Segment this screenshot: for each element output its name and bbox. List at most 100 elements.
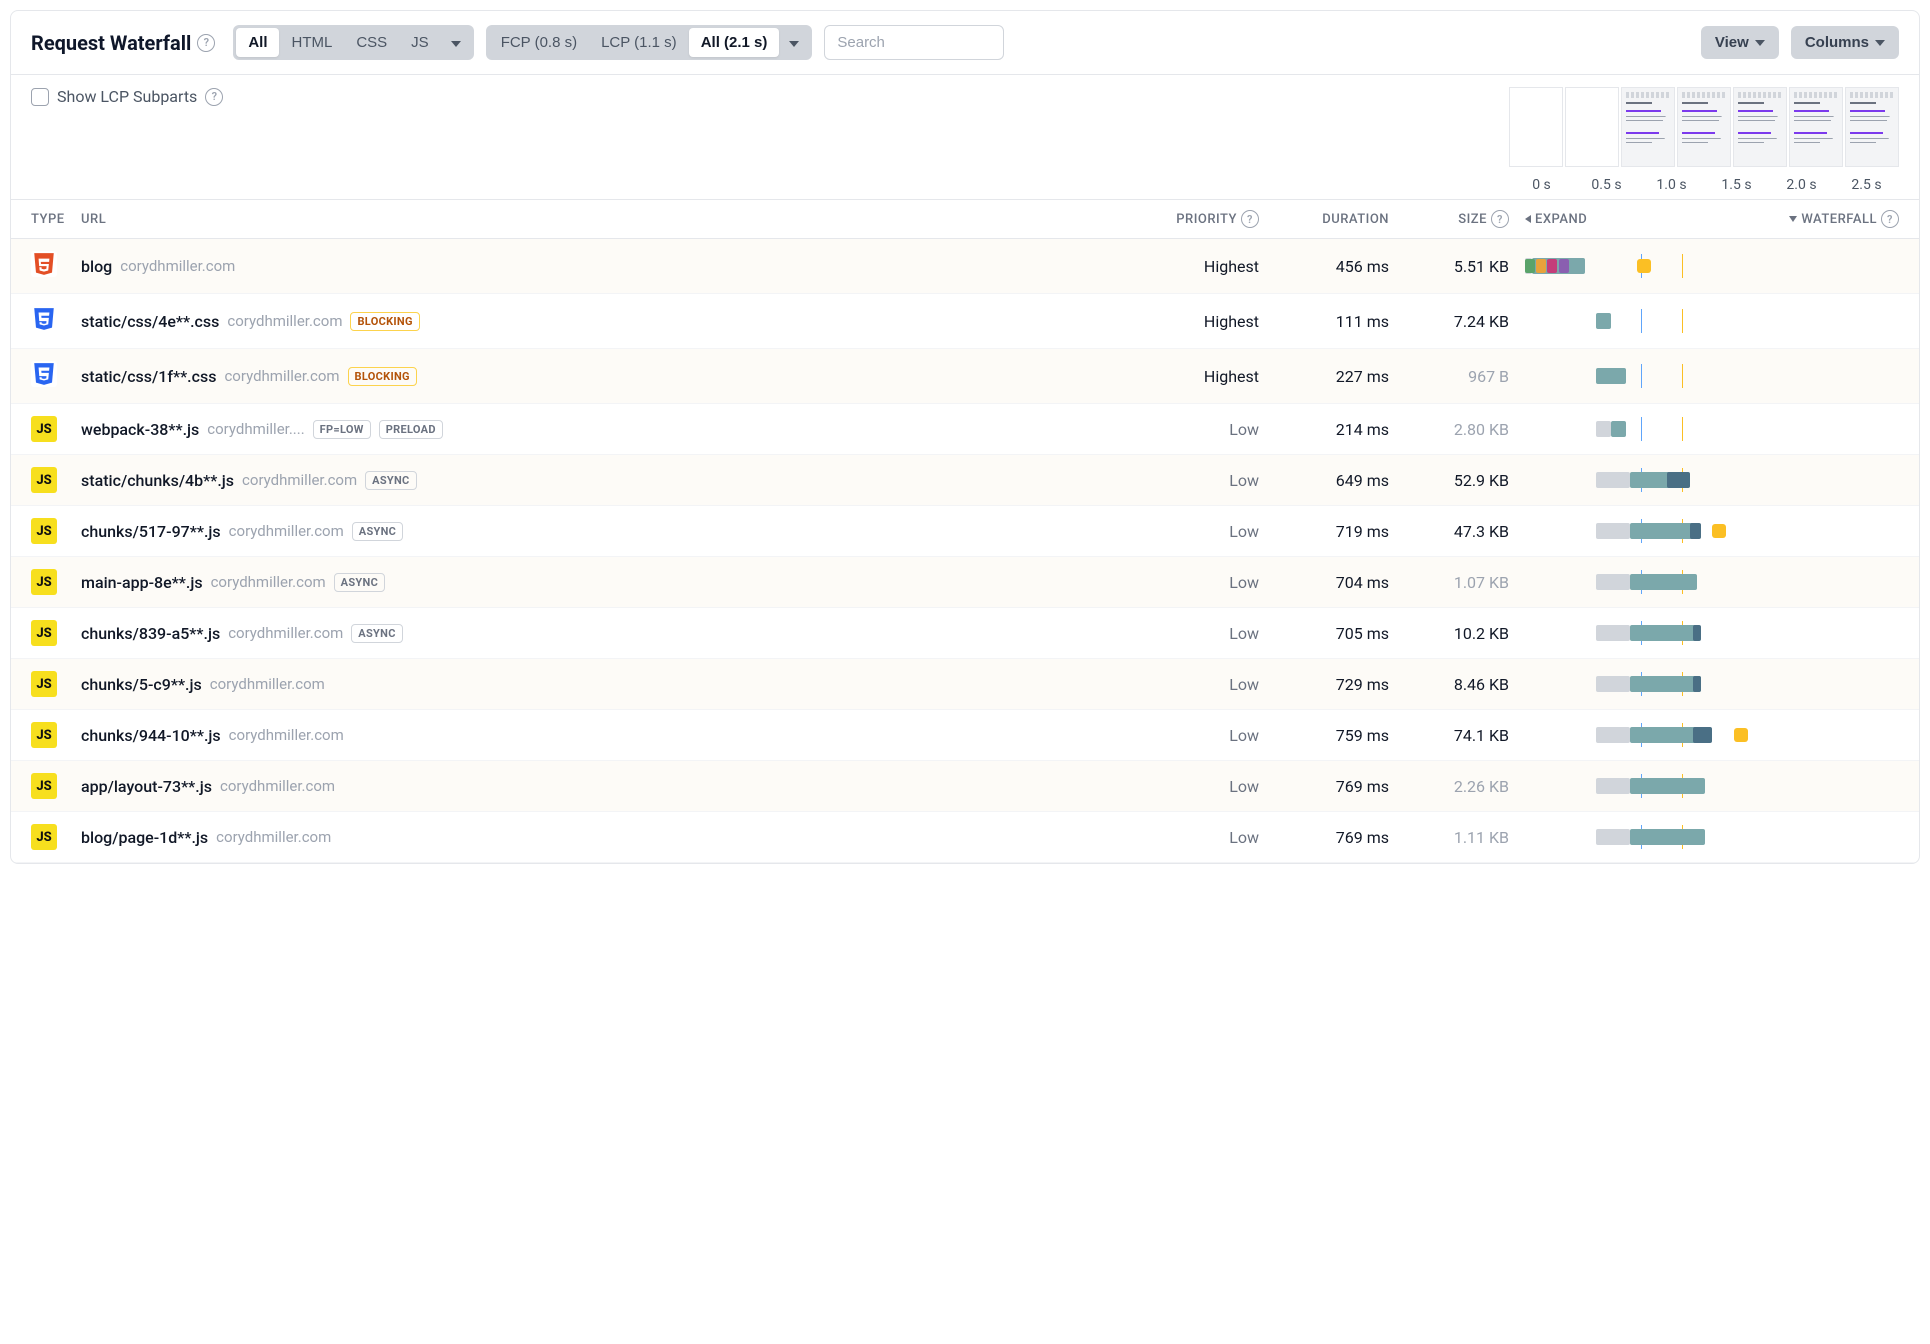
table-row[interactable]: JSchunks/5-c9**.jscorydhmiller.comLow729… <box>11 659 1919 710</box>
filmstrip-frame[interactable] <box>1845 87 1899 167</box>
table-row[interactable]: JSwebpack-38**.jscorydhmiller....FP=LOWP… <box>11 404 1919 455</box>
url-host: corydhmiller.com <box>220 777 335 795</box>
js-icon: JS <box>31 467 57 493</box>
wf-download-bar <box>1611 421 1626 437</box>
lcp-marker <box>1682 309 1683 333</box>
js-icon: JS <box>31 569 57 595</box>
table-row[interactable]: JS chunks/944-10**.jscorydhmiller.com Low 7… <box>11 710 1919 761</box>
waterfall-cell <box>1509 311 1899 331</box>
table-row[interactable]: JSchunks/839-a5**.jscorydhmiller.comASYN… <box>11 608 1919 659</box>
wf-process-bar <box>1693 727 1712 743</box>
size-value: 74.1 KB <box>1454 726 1509 745</box>
filmstrip-frame[interactable] <box>1509 87 1563 167</box>
request-tag: BLOCKING <box>350 312 419 331</box>
lcp-marker <box>1682 364 1683 388</box>
type-filter-js[interactable]: JS <box>399 28 441 57</box>
type-filter-all[interactable]: All <box>236 28 279 57</box>
chevron-down-icon <box>789 41 799 47</box>
table-row[interactable]: JS static/chunks/4b**.jscorydhmiller.comA… <box>11 455 1919 506</box>
waterfall-cell <box>1509 827 1899 847</box>
type-filter-more[interactable] <box>441 30 471 56</box>
waterfall-sort[interactable]: WATERFALL ? <box>1789 210 1899 228</box>
size-value: 52.9 KB <box>1454 471 1509 490</box>
request-tag: FP=LOW <box>313 420 371 439</box>
table-row[interactable]: JSmain-app-8e**.jscorydhmiller.comASYNCL… <box>11 557 1919 608</box>
filmstrip-frame[interactable] <box>1677 87 1731 167</box>
url-cell: static/css/4e**.csscorydhmiller.comBLOCK… <box>81 312 1139 331</box>
time-filter-fcp[interactable]: FCP (0.8 s) <box>489 28 589 57</box>
table-row[interactable]: blogcorydhmiller.comHighest456 ms5.51 KB <box>11 239 1919 294</box>
filmstrip-frame[interactable] <box>1621 87 1675 167</box>
filmstrip-frame[interactable] <box>1789 87 1843 167</box>
help-icon[interactable]: ? <box>1881 210 1899 228</box>
filmstrip-frame[interactable] <box>1565 87 1619 167</box>
priority-value: Low <box>1229 726 1259 745</box>
js-icon: JS <box>31 722 57 748</box>
show-lcp-subparts[interactable]: Show LCP Subparts ? <box>31 87 223 106</box>
url-cell: main-app-8e**.jscorydhmiller.comASYNC <box>81 573 1139 592</box>
duration-value: 705 ms <box>1336 624 1389 643</box>
js-icon: JS <box>31 620 57 646</box>
url-path: static/chunks/4b**.js <box>81 471 234 490</box>
table-row[interactable]: JSapp/layout-73**.jscorydhmiller.comLow7… <box>11 761 1919 812</box>
url-cell: chunks/944-10**.jscorydhmiller.com <box>81 726 1139 745</box>
table-row[interactable]: JSblog/page-1d**.jscorydhmiller.comLow76… <box>11 812 1919 863</box>
size-value: 1.11 KB <box>1454 828 1509 847</box>
timeline-tick: 1.5 s <box>1704 177 1769 193</box>
col-type-header[interactable]: TYPE <box>31 212 81 227</box>
col-priority-header[interactable]: PRIORITY ? <box>1139 210 1259 228</box>
type-filter-css[interactable]: CSS <box>344 28 399 57</box>
col-size-header[interactable]: SIZE ? <box>1389 210 1509 228</box>
fcp-marker <box>1641 364 1642 388</box>
view-button[interactable]: View <box>1701 26 1779 59</box>
wf-wait-bar <box>1596 472 1630 488</box>
col-waterfall-header: EXPAND WATERFALL ? <box>1509 210 1899 228</box>
filmstrip-frame[interactable] <box>1733 87 1787 167</box>
subbar: Show LCP Subparts ? 0 s 0.5 s 1.0 s 1.5 … <box>11 75 1919 199</box>
waterfall-cell <box>1509 572 1899 592</box>
wf-wait-bar <box>1596 625 1630 641</box>
request-tag: PRELOAD <box>379 420 443 439</box>
duration-value: 759 ms <box>1336 726 1389 745</box>
help-icon[interactable]: ? <box>205 88 223 106</box>
help-icon[interactable]: ? <box>197 34 215 52</box>
table-row[interactable]: JSchunks/517-97**.jscorydhmiller.comASYN… <box>11 506 1919 557</box>
url-path: static/css/1f**.css <box>81 367 216 386</box>
url-cell: static/css/1f**.csscorydhmiller.comBLOCK… <box>81 367 1139 386</box>
waterfall-cell <box>1509 725 1899 745</box>
table-row[interactable]: static/css/4e**.csscorydhmiller.comBLOCK… <box>11 294 1919 349</box>
columns-button[interactable]: Columns <box>1791 26 1899 59</box>
timeline-tick: 2.0 s <box>1769 177 1834 193</box>
time-filter-all[interactable]: All (2.1 s) <box>689 28 780 57</box>
help-icon[interactable]: ? <box>1241 210 1259 228</box>
timeline-tick: 2.5 s <box>1834 177 1899 193</box>
css-icon <box>31 306 57 332</box>
search-input[interactable] <box>824 25 1004 60</box>
url-host: corydhmiller.com <box>227 312 342 330</box>
url-host: corydhmiller.com <box>228 624 343 642</box>
size-value: 47.3 KB <box>1454 522 1509 541</box>
wf-event-marker <box>1637 259 1651 273</box>
url-cell: static/chunks/4b**.jscorydhmiller.comASY… <box>81 471 1139 490</box>
waterfall-cell <box>1509 623 1899 643</box>
col-duration-header[interactable]: DURATION <box>1259 212 1389 227</box>
time-filter-lcp[interactable]: LCP (1.1 s) <box>589 28 689 57</box>
waterfall-cell <box>1509 674 1899 694</box>
type-filter-html[interactable]: HTML <box>279 28 344 57</box>
waterfall-cell <box>1509 419 1899 439</box>
request-tag: ASYNC <box>365 471 416 490</box>
lcp-marker <box>1682 417 1683 441</box>
url-cell: blog/page-1d**.jscorydhmiller.com <box>81 828 1139 847</box>
table-row[interactable]: static/css/1f**.csscorydhmiller.comBLOCK… <box>11 349 1919 404</box>
time-filter-more[interactable] <box>779 30 809 56</box>
chevron-down-icon <box>1875 40 1885 46</box>
size-value: 7.24 KB <box>1454 312 1509 331</box>
col-url-header[interactable]: URL <box>81 212 1139 227</box>
expand-button[interactable]: EXPAND <box>1525 210 1587 228</box>
wf-phase-chip <box>1525 259 1535 273</box>
url-cell: chunks/517-97**.jscorydhmiller.comASYNC <box>81 522 1139 541</box>
priority-value: Highest <box>1204 367 1259 386</box>
help-icon[interactable]: ? <box>1491 210 1509 228</box>
wf-download-bar <box>1630 676 1701 692</box>
checkbox-icon[interactable] <box>31 88 49 106</box>
